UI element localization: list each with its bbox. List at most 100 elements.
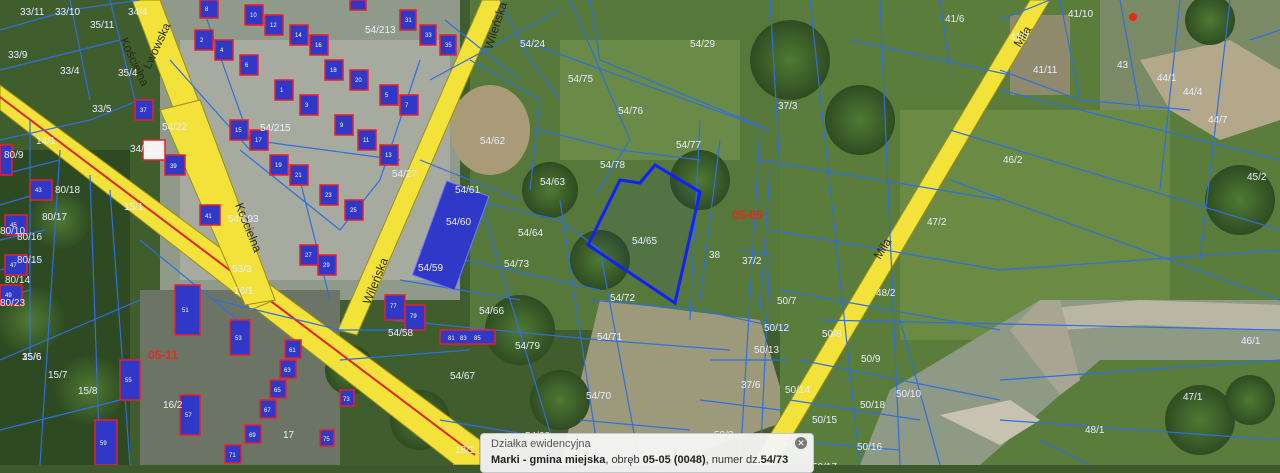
parcel-label: 15/7 (48, 370, 68, 381)
parcel-label: 16/1 (234, 286, 254, 297)
building-number-label: 37 (140, 108, 147, 114)
parcel-label: 48/1 (1085, 425, 1105, 436)
parcel-label: 41/7 (1010, 32, 1030, 43)
parcel-label: 80/16 (17, 232, 42, 243)
parcel-label: 33/10 (55, 7, 80, 18)
popup-municipality: Marki - gmina miejska (491, 454, 606, 466)
parcel-label: 54/29 (690, 39, 715, 50)
parcel-label: 54/70 (586, 391, 611, 402)
parcel-label: 80/9 (4, 150, 24, 161)
building-number-label: 73 (343, 397, 350, 403)
parcel-label: 33/5 (92, 104, 112, 115)
building (199, 0, 219, 19)
parcel-label: 53/3 (232, 264, 252, 275)
parcel-label: 80/14 (5, 275, 30, 286)
parcel-label: 37/6 (741, 380, 761, 391)
building-number-label: 12 (270, 23, 277, 29)
building-number-label: 65 (274, 388, 281, 394)
building (214, 39, 234, 61)
building-number-label: 53 (235, 336, 242, 342)
district-label-05-05: 05-05 (732, 208, 763, 222)
building (379, 84, 399, 106)
popup-sep-precinct: , obręb (605, 454, 643, 466)
building-number-label: 77 (390, 304, 397, 310)
parcel-label: 80/17 (42, 212, 67, 223)
parcel-label: 50/18 (860, 400, 885, 411)
building-number-label: 55 (125, 378, 132, 384)
building (399, 94, 419, 116)
parcel-label: 54/73 (504, 259, 529, 270)
building-number-label: 71 (229, 453, 236, 459)
parcel-label: 54/193 (228, 214, 259, 225)
parcel-label: 50/16 (857, 442, 882, 453)
parcel-label: 46/2 (1003, 155, 1023, 166)
parcel-label: 17 (283, 430, 295, 441)
parcel-label: 54/22 (162, 122, 187, 133)
parcel-label: 50/15 (812, 415, 837, 426)
building (274, 79, 294, 101)
popup-sep-number: , numer dz. (705, 454, 761, 466)
building-number-label: 18 (330, 68, 337, 74)
building-number-label: 10 (250, 13, 257, 19)
parcel-label: 54/27 (392, 169, 417, 180)
parcel-label: 54/61 (455, 185, 480, 196)
parcel-label: 18/1 (455, 445, 475, 456)
parcel-label: 37/3 (778, 101, 798, 112)
parcel-label: 50/7 (777, 296, 797, 307)
close-icon[interactable]: ✕ (795, 437, 807, 449)
parcel-label: 54/66 (479, 306, 504, 317)
parcel-label: 47/2 (927, 217, 947, 228)
building (194, 29, 214, 51)
parcel-label: 54/64 (518, 228, 543, 239)
parcel-label: 43 (1117, 60, 1129, 71)
building (349, 0, 367, 11)
building-number-label: 61 (289, 348, 296, 354)
building-number-label: 57 (185, 413, 192, 419)
parcel-label: 54/63 (540, 177, 565, 188)
popup-details: Marki - gmina miejska, obręb 05-05 (0048… (491, 454, 803, 466)
building-number-label: 79 (410, 314, 417, 320)
parcel-label: 54/59 (418, 263, 443, 274)
building-number-label: 21 (295, 173, 302, 179)
building-number-label: 15 (235, 128, 242, 134)
building-number-label: 35 (445, 43, 452, 49)
building-number-label: 11 (363, 138, 370, 144)
building-number-label: 43 (35, 188, 42, 194)
building-number-label: 47 (10, 263, 17, 269)
building-number-label: 17 (255, 138, 262, 144)
parcel-label: 48/2 (876, 288, 896, 299)
building-number-label: 19 (275, 163, 282, 169)
parcel-label: 50/14 (785, 385, 810, 396)
map-canvas[interactable]: Lwowska Kościelna Kościelna Wileńska Wil… (0, 0, 1280, 465)
parcel-label: 54/76 (618, 106, 643, 117)
parcel-label: 34/4 (128, 7, 148, 18)
parcel-label: 46/1 (1241, 336, 1261, 347)
parcel-label: 15/8 (78, 386, 98, 397)
parcel-label: 15/6 (22, 352, 42, 363)
parcel-label: 80/23 (0, 298, 25, 309)
parcel-label: 54/65 (632, 236, 657, 247)
building-number-label: 16 (315, 43, 322, 49)
parcel-label: 54/60 (446, 217, 471, 228)
parcel-label: 80/15 (17, 255, 42, 266)
building-number-label: 51 (182, 308, 189, 314)
district-label-05-11: 05-11 (148, 348, 178, 362)
parcel-label: 50/9 (861, 354, 881, 365)
popup-title: Działka ewidencyjna (491, 438, 591, 450)
popup-parcel-number: 54/73 (760, 454, 789, 466)
parcel-label: 44/4 (1183, 87, 1203, 98)
parcel-label: 45/2 (1247, 172, 1267, 183)
parcel-label: 41/10 (1068, 9, 1093, 20)
building-number-label: 25 (350, 208, 357, 214)
parcel-label: 54/24 (520, 39, 545, 50)
building-number-label: 39 (170, 164, 177, 170)
parcel-label: 33/9 (8, 50, 28, 61)
building-number-label: 67 (264, 408, 271, 414)
parcel-label: 50/10 (896, 389, 921, 400)
building-number-label: 83 (460, 336, 467, 342)
parcel-label: 54/58 (388, 328, 413, 339)
building (239, 54, 259, 76)
building-number-label: 45 (10, 223, 17, 229)
parcel-info-popup: Działka ewidencyjna Marki - gmina miejsk… (480, 433, 814, 473)
building-number-label: 41 (205, 214, 212, 220)
